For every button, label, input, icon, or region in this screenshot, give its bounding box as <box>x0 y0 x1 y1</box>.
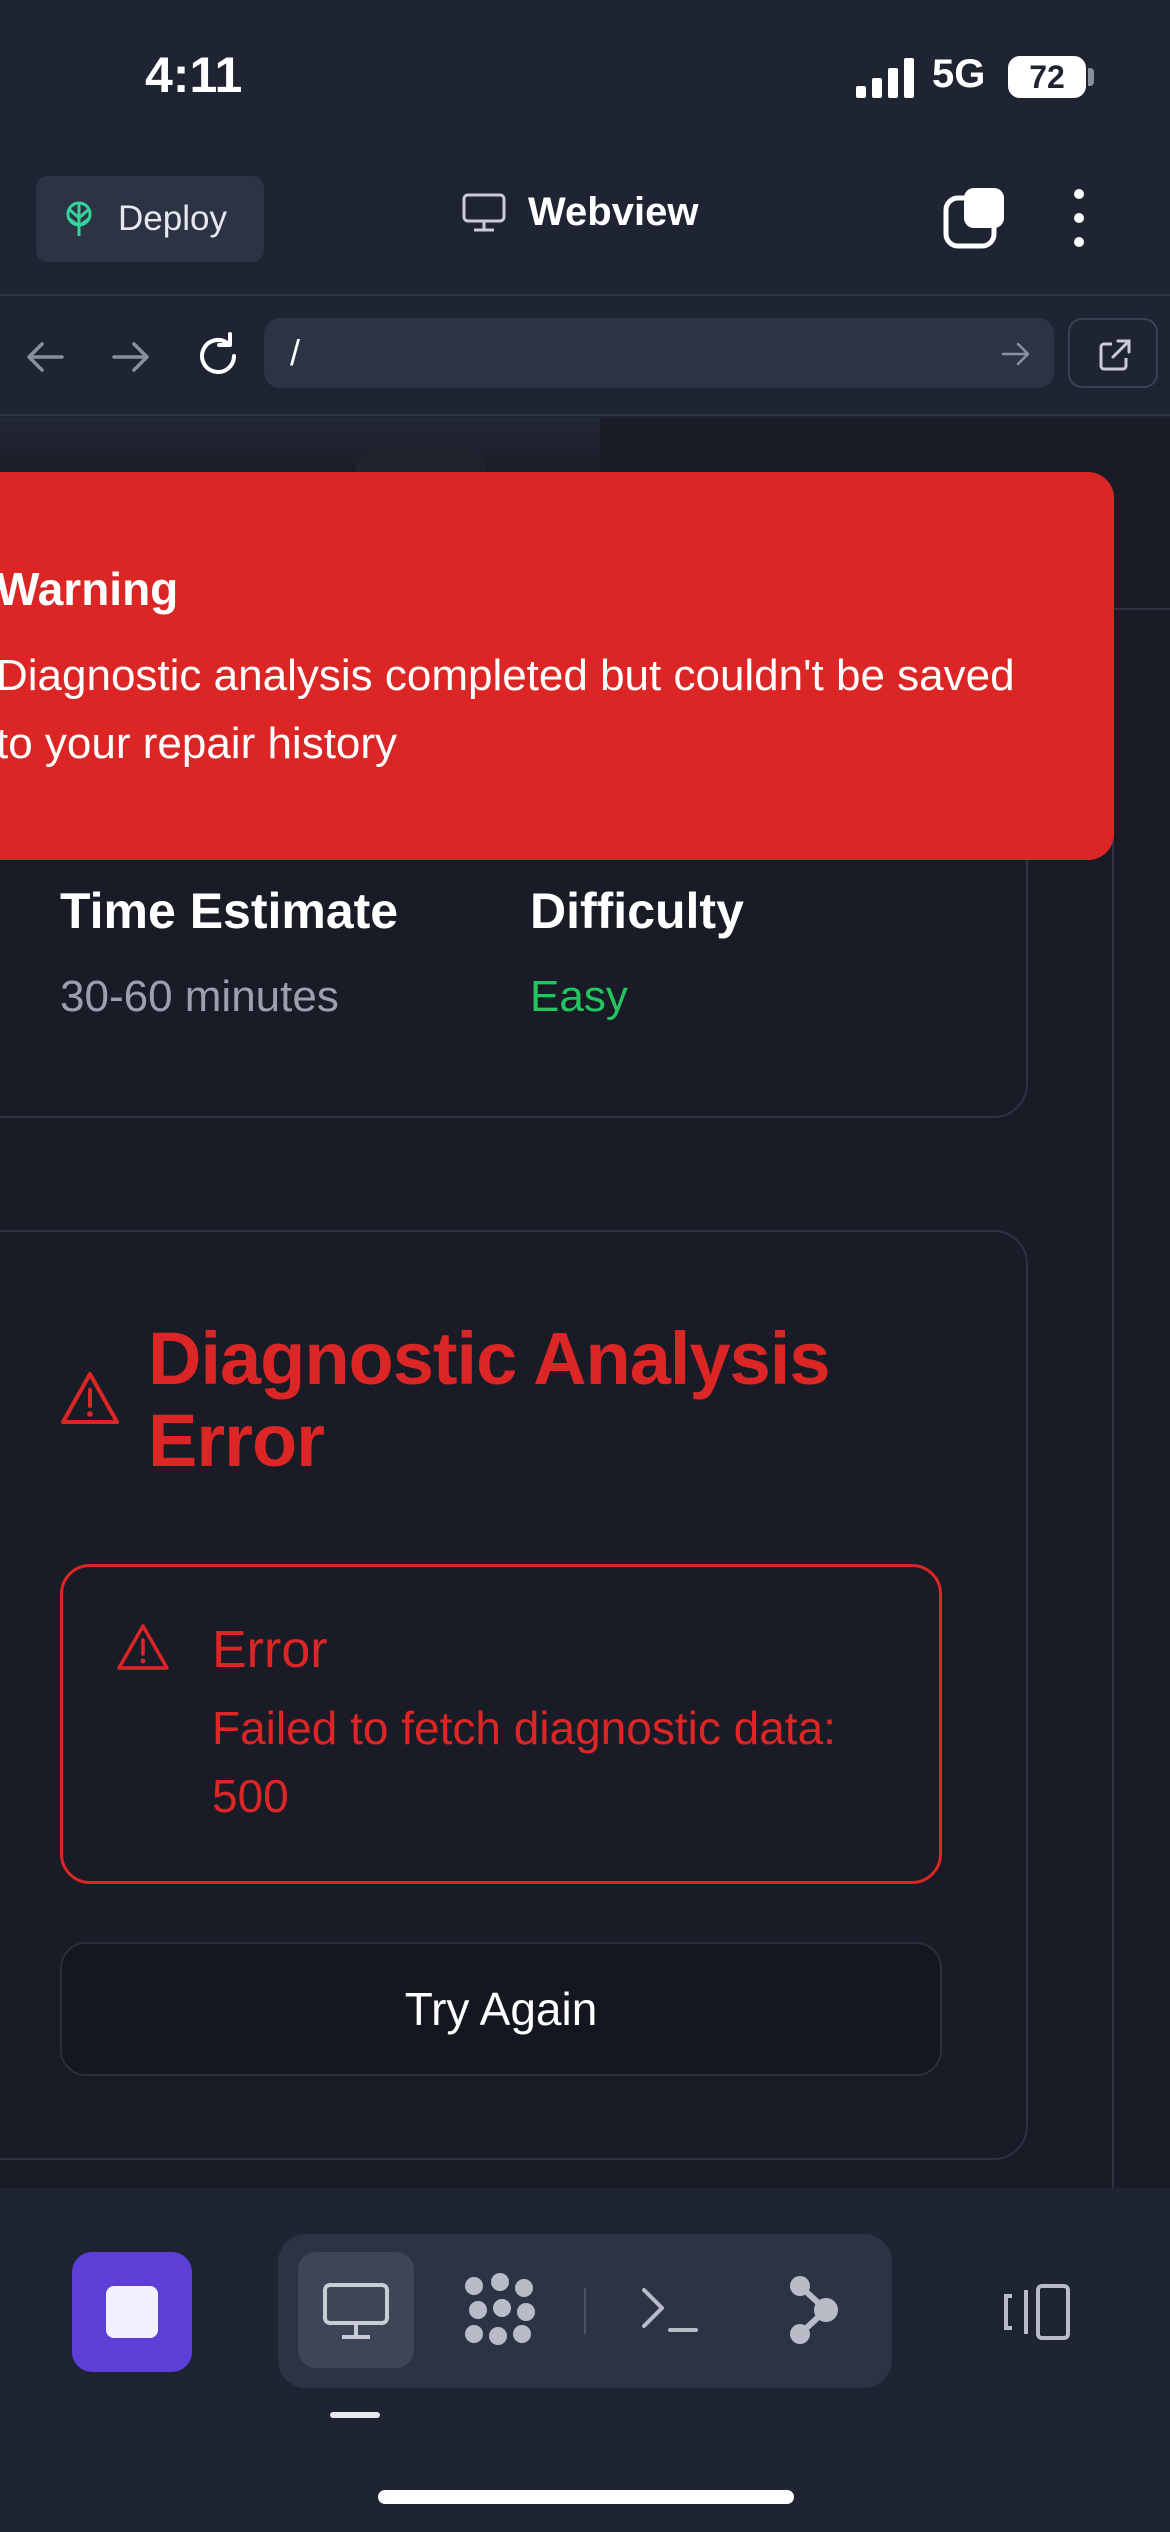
battery-icon: 72 <box>1008 56 1086 98</box>
status-time: 4:11 <box>145 47 243 103</box>
difficulty-value: Easy <box>530 972 628 1021</box>
error-heading: Diagnostic Analysis Error <box>148 1317 830 1482</box>
apps-grid-icon[interactable] <box>462 2272 538 2348</box>
top-toolbar: Deploy Webview <box>0 160 1170 296</box>
tabs-icon[interactable] <box>942 186 1006 250</box>
stop-button[interactable] <box>72 2252 192 2372</box>
git-branch-icon[interactable] <box>786 2274 840 2346</box>
network-type: 5G <box>932 52 986 96</box>
header-shadow <box>0 418 600 478</box>
side-panel-icon[interactable] <box>1002 2282 1072 2342</box>
monitor-icon <box>462 193 506 231</box>
toast-message: Diagnostic analysis completed but couldn… <box>0 651 1015 768</box>
status-bar: 4:11 5G 72 <box>0 0 1170 160</box>
webview-title-text: Webview <box>528 190 699 234</box>
go-arrow-icon[interactable] <box>1000 338 1032 370</box>
forward-arrow-icon[interactable] <box>110 336 152 378</box>
more-menu-icon[interactable] <box>1064 186 1094 250</box>
alert-title: Error <box>212 1621 328 1679</box>
toast-title: Warning <box>0 563 179 615</box>
side-panel-edge <box>1112 608 1170 610</box>
reload-icon[interactable] <box>194 332 242 380</box>
stop-icon <box>106 2286 158 2338</box>
alert-warning-icon <box>117 1624 169 1670</box>
monitor-icon <box>323 2283 389 2339</box>
external-link-icon <box>1099 339 1131 371</box>
url-bar <box>0 296 1170 416</box>
back-arrow-icon[interactable] <box>24 336 66 378</box>
signal-icon <box>856 58 914 98</box>
time-estimate-label: Time Estimate <box>60 883 399 939</box>
warning-triangle-icon <box>61 1372 119 1424</box>
open-external-button[interactable] <box>1068 318 1158 388</box>
terminal-icon[interactable] <box>640 2282 700 2338</box>
webview-title: Webview <box>462 190 698 235</box>
deploy-button[interactable]: Deploy <box>36 176 264 262</box>
difficulty-label: Difficulty <box>530 883 744 939</box>
deploy-label: Deploy <box>118 199 227 238</box>
alert-message: Failed to fetch diagnostic data: 500 <box>212 1702 836 1822</box>
url-input[interactable] <box>264 318 1054 388</box>
home-indicator <box>378 2490 794 2504</box>
segment-divider <box>584 2288 586 2334</box>
battery-tip <box>1088 68 1094 86</box>
deploy-icon <box>66 201 92 236</box>
time-estimate-value: 30-60 minutes <box>60 972 339 1021</box>
side-panel-border <box>1112 608 1114 2188</box>
active-tab-indicator <box>330 2412 380 2418</box>
try-again-button[interactable]: Try Again <box>60 1942 942 2076</box>
